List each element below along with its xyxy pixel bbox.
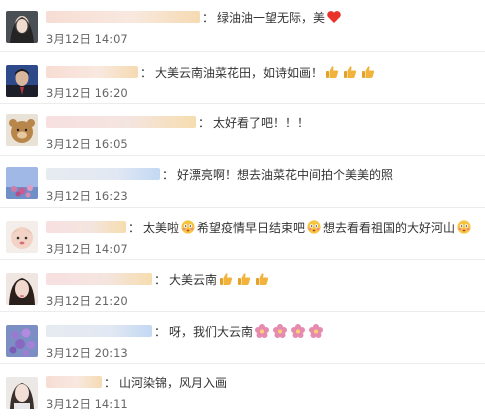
thumbs-up-emoji-icon bbox=[238, 273, 251, 285]
username-blurred[interactable] bbox=[46, 116, 196, 128]
comment-timestamp: 3月12日 14:07 bbox=[46, 241, 128, 257]
comment-time: 16:23 bbox=[94, 189, 128, 203]
avatar[interactable] bbox=[6, 114, 38, 146]
flushed-face-emoji-icon bbox=[457, 220, 471, 234]
comment-item: ： 太美啦 希望疫情早日结束吧 想去看看祖国的大好河山 3月12日 14:07 bbox=[0, 208, 485, 260]
comment-text: 太美啦 bbox=[143, 220, 180, 235]
comment-text: 呀，我们大云南 bbox=[169, 324, 254, 339]
comment-text: 好漂亮啊！想去油菜花中间拍个美美的照 bbox=[177, 167, 394, 182]
comment-text: 太好看了吧！！！ bbox=[213, 115, 310, 130]
flower-emoji-icon bbox=[309, 324, 324, 338]
comment-date: 3月12日 bbox=[46, 86, 91, 100]
colon: ： bbox=[202, 10, 215, 25]
comment-text: 大美云南 bbox=[169, 272, 218, 287]
comment-line: ： 大美云南 bbox=[46, 270, 271, 288]
comment-date: 3月12日 bbox=[46, 346, 91, 360]
avatar[interactable] bbox=[6, 221, 38, 253]
comment-timestamp: 3月12日 16:20 bbox=[46, 85, 128, 101]
flushed-face-emoji-icon bbox=[181, 220, 195, 234]
comment-time: 14:07 bbox=[94, 32, 128, 46]
avatar[interactable] bbox=[6, 325, 38, 357]
comment-list: ： 绿油油一望无际，美 3月12日 14:07 ： 大美云南油菜花田，如诗如画！… bbox=[0, 0, 485, 416]
username-blurred[interactable] bbox=[46, 325, 152, 337]
comment-line: ： 绿油油一望无际，美 bbox=[46, 8, 343, 26]
username-blurred[interactable] bbox=[46, 221, 126, 233]
flushed-face-emoji-icon bbox=[307, 220, 321, 234]
comment-date: 3月12日 bbox=[46, 397, 91, 411]
comment-time: 20:13 bbox=[94, 346, 128, 360]
comment-text: 绿油油一望无际，美 bbox=[217, 10, 326, 25]
comment-line: ： 太美啦 希望疫情早日结束吧 想去看看祖国的大好河山 bbox=[46, 218, 473, 236]
colon: ： bbox=[198, 115, 211, 130]
comment-item: ： 好漂亮啊！想去油菜花中间拍个美美的照 3月12日 16:23 bbox=[0, 156, 485, 208]
comment-item: ： 太好看了吧！！！ 3月12日 16:05 bbox=[0, 104, 485, 156]
username-blurred[interactable] bbox=[46, 273, 152, 285]
comment-line: ： 大美云南油菜花田，如诗如画！ bbox=[46, 63, 377, 81]
comment-time: 21:20 bbox=[94, 294, 128, 308]
comment-time: 14:11 bbox=[94, 397, 128, 411]
comment-timestamp: 3月12日 16:23 bbox=[46, 188, 128, 204]
comment-line: ： 山河染锦，风月入画 bbox=[46, 373, 227, 391]
flower-emoji-icon bbox=[273, 324, 288, 338]
colon: ： bbox=[140, 65, 153, 80]
comment-timestamp: 3月12日 14:11 bbox=[46, 396, 128, 412]
colon: ： bbox=[128, 220, 141, 235]
comment-item: ： 绿油油一望无际，美 3月12日 14:07 bbox=[0, 0, 485, 52]
comment-date: 3月12日 bbox=[46, 242, 91, 256]
colon: ： bbox=[154, 272, 167, 287]
flower-emoji-icon bbox=[255, 324, 270, 338]
flower-emoji-icon bbox=[291, 324, 306, 338]
comment-time: 16:20 bbox=[94, 86, 128, 100]
avatar[interactable] bbox=[6, 377, 38, 409]
username-blurred[interactable] bbox=[46, 168, 160, 180]
comment-item: ： 大美云南油菜花田，如诗如画！ 3月12日 16:20 bbox=[0, 52, 485, 104]
comment-line: ： 好漂亮啊！想去油菜花中间拍个美美的照 bbox=[46, 165, 393, 183]
thumbs-up-emoji-icon bbox=[344, 66, 357, 78]
comment-date: 3月12日 bbox=[46, 294, 91, 308]
thumbs-up-emoji-icon bbox=[220, 273, 233, 285]
avatar[interactable] bbox=[6, 11, 38, 43]
comment-date: 3月12日 bbox=[46, 189, 91, 203]
comment-text: 山河染锦，风月入画 bbox=[119, 375, 228, 390]
comment-item: ： 呀，我们大云南 3月12日 20:13 bbox=[0, 312, 485, 364]
comment-line: ： 呀，我们大云南 bbox=[46, 322, 325, 340]
username-blurred[interactable] bbox=[46, 66, 138, 78]
comment-date: 3月12日 bbox=[46, 32, 91, 46]
colon: ： bbox=[162, 167, 175, 182]
colon: ： bbox=[154, 324, 167, 339]
comment-date: 3月12日 bbox=[46, 137, 91, 151]
comment-item: ： 山河染锦，风月入画 3月12日 14:11 bbox=[0, 364, 485, 416]
comment-timestamp: 3月12日 16:05 bbox=[46, 136, 128, 152]
comment-time: 14:07 bbox=[94, 242, 128, 256]
comment-item: ： 大美云南 3月12日 21:20 bbox=[0, 260, 485, 312]
thumbs-up-emoji-icon bbox=[362, 66, 375, 78]
colon: ： bbox=[104, 375, 117, 390]
comment-timestamp: 3月12日 21:20 bbox=[46, 293, 128, 309]
comment-line: ： 太好看了吧！！！ bbox=[46, 113, 309, 131]
avatar[interactable] bbox=[6, 167, 38, 199]
comment-text: 大美云南油菜花田，如诗如画！ bbox=[155, 65, 324, 80]
avatar[interactable] bbox=[6, 65, 38, 97]
thumbs-up-emoji-icon bbox=[326, 66, 339, 78]
comment-text: 希望疫情早日结束吧 bbox=[197, 220, 306, 235]
thumbs-up-emoji-icon bbox=[256, 273, 269, 285]
username-blurred[interactable] bbox=[46, 11, 200, 23]
heart-emoji-icon bbox=[327, 11, 341, 23]
username-blurred[interactable] bbox=[46, 376, 102, 388]
comment-time: 16:05 bbox=[94, 137, 128, 151]
avatar[interactable] bbox=[6, 273, 38, 305]
comment-timestamp: 3月12日 14:07 bbox=[46, 31, 128, 47]
comment-text: 想去看看祖国的大好河山 bbox=[323, 220, 456, 235]
comment-timestamp: 3月12日 20:13 bbox=[46, 345, 128, 361]
